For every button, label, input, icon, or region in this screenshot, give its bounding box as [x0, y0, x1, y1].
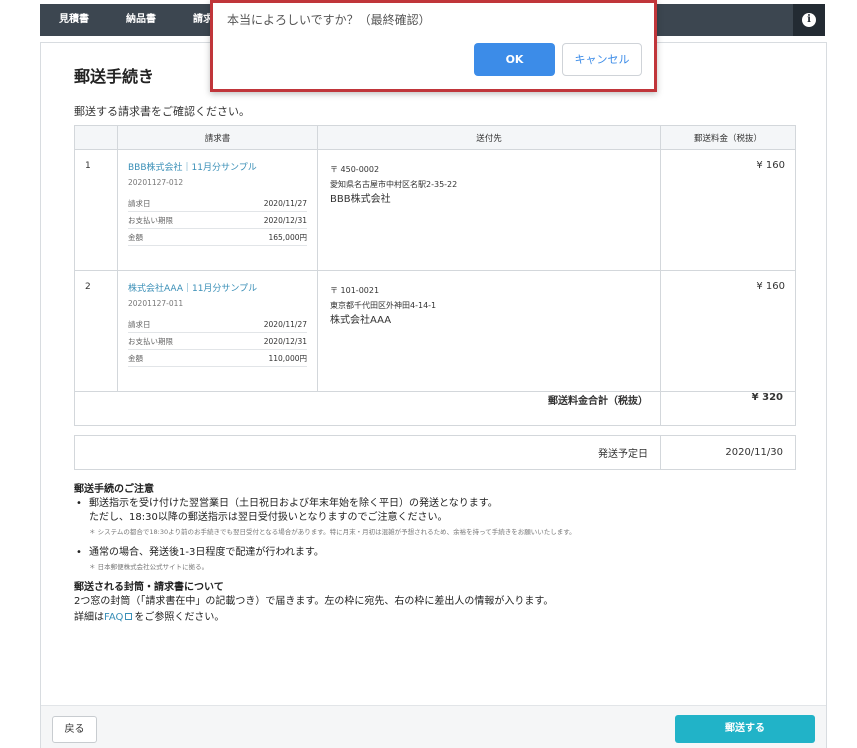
- detail-row: 金額 110,000円: [128, 350, 307, 367]
- detail-prefix: 詳細は: [74, 612, 104, 623]
- detail-label: 請求日: [128, 320, 151, 329]
- detail-value: 2020/12/31: [263, 216, 307, 225]
- shipping-date-value: 2020/11/30: [660, 435, 796, 470]
- detail-row: 請求日 2020/11/27: [128, 195, 307, 212]
- external-link-icon[interactable]: [125, 613, 133, 620]
- note-small-text: ＊ 日本郵便株式会社公式サイトに拠る。: [89, 563, 209, 571]
- invoice-cell: BBB株式会社｜11月分サンプル 20201127-012 請求日 2020/11…: [117, 149, 318, 271]
- invoice-cell: 株式会社AAA｜11月分サンプル 20201127-011 請求日 2020/11…: [117, 270, 318, 392]
- detail-row: お支払い期限 2020/12/31: [128, 333, 307, 350]
- detail-value: 2020/11/27: [263, 320, 307, 329]
- postal-code: 〒 450-0002: [330, 165, 380, 174]
- fee-value: ¥ 160: [660, 270, 796, 392]
- detail-value: 110,000円: [268, 354, 307, 363]
- cancel-button[interactable]: キャンセル: [562, 43, 642, 76]
- ok-button[interactable]: OK: [474, 43, 555, 76]
- dialog-message: 本当によろしいですか？（最終確認）: [227, 13, 431, 27]
- nav-item-delivery[interactable]: 納品書: [126, 4, 156, 36]
- address: 愛知県名古屋市中村区名駅2-35-22: [330, 180, 458, 189]
- detail-suffix: をご参照ください。: [134, 612, 225, 623]
- company-name: 株式会社AAA: [330, 315, 392, 326]
- detail-value: 165,000円: [268, 233, 307, 242]
- shipping-table: 発送予定日 2020/11/30: [74, 435, 796, 470]
- recipient-cell: 〒 450-0002 愛知県名古屋市中村区名駅2-35-22 BBB株式会社: [317, 149, 661, 271]
- send-mail-button[interactable]: 郵送する: [675, 715, 815, 743]
- note-small-text: ＊ システムの都合で18:30より前のお手続きでも翌日受付となる場合があります。…: [89, 528, 576, 536]
- recipient-cell: 〒 101-0021 東京都千代田区外神田4-14-1 株式会社AAA: [317, 270, 661, 392]
- header-recipient: 送付先: [317, 125, 661, 150]
- table-row: 2 株式会社AAA｜11月分サンプル 20201127-011 請求日 2020/…: [74, 270, 796, 392]
- detail-value: 2020/11/27: [263, 199, 307, 208]
- invoice-link[interactable]: BBB株式会社｜11月分サンプル: [128, 163, 257, 173]
- note-text: 通常の場合、発送後1-3日程度で配達が行われます。: [89, 547, 324, 558]
- row-number: 1: [74, 149, 118, 271]
- page-title: 郵送手続き: [74, 67, 155, 86]
- nav-item-estimate[interactable]: 見積書: [59, 4, 89, 36]
- note-item: 通常の場合、発送後1-3日程度で配達が行われます。 ＊ 日本郵便株式会社公式サイ…: [74, 546, 794, 573]
- mailing-table: 請求書 送付先 郵送料金（税抜） 1 BBB株式会社｜11月分サンプル 2020…: [74, 125, 796, 426]
- detail-label: 金額: [128, 354, 143, 363]
- detail-row: 金額 165,000円: [128, 229, 307, 246]
- notes-section: 郵送手続のご注意 郵送指示を受け付けた翌営業日（土日祝日および年末年始を除く平日…: [74, 483, 794, 625]
- header-fee: 郵送料金（税抜）: [660, 125, 796, 150]
- table-row: 1 BBB株式会社｜11月分サンプル 20201127-012 請求日 2020/…: [74, 149, 796, 271]
- total-label: 郵送料金合計（税抜）: [74, 391, 661, 426]
- row-number: 2: [74, 270, 118, 392]
- faq-link[interactable]: FAQ: [104, 612, 123, 623]
- invoice-link[interactable]: 株式会社AAA｜11月分サンプル: [128, 284, 257, 294]
- notes-heading: 郵送手続のご注意: [74, 484, 154, 495]
- detail-row: お支払い期限 2020/12/31: [128, 212, 307, 229]
- detail-label: 金額: [128, 233, 143, 242]
- total-row: 郵送料金合計（税抜） ¥ 320: [74, 391, 796, 426]
- envelope-heading: 郵送される封筒・請求書について: [74, 582, 224, 593]
- confirm-dialog: 本当によろしいですか？（最終確認） OK キャンセル: [210, 0, 657, 92]
- detail-text: 詳細はFAQ をご参照ください。: [74, 611, 794, 625]
- invoice-id: 20201127-011: [128, 299, 184, 308]
- intro-text: 郵送する請求書をご確認ください。: [74, 105, 250, 118]
- detail-label: お支払い期限: [128, 337, 173, 346]
- note-text: ただし、18:30以降の郵送指示は翌日受付扱いとなりますのでご注意ください。: [89, 512, 448, 523]
- header-num: [74, 125, 118, 150]
- detail-row: 請求日 2020/11/27: [128, 316, 307, 333]
- shipping-date-label: 発送予定日: [74, 435, 661, 470]
- address: 東京都千代田区外神田4-14-1: [330, 301, 437, 310]
- info-button[interactable]: i: [793, 4, 825, 36]
- envelope-text: 2つ窓の封筒（「請求書在中」の記載つき）で届きます。左の枠に宛先、右の枠に差出人…: [74, 596, 554, 607]
- company-name: BBB株式会社: [330, 194, 391, 205]
- invoice-id: 20201127-012: [128, 178, 184, 187]
- postal-code: 〒 101-0021: [330, 286, 380, 295]
- info-icon: i: [802, 13, 816, 27]
- note-text: 郵送指示を受け付けた翌営業日（土日祝日および年末年始を除く平日）の発送となります…: [89, 498, 498, 509]
- back-button[interactable]: 戻る: [52, 716, 97, 743]
- note-item: 郵送指示を受け付けた翌営業日（土日祝日および年末年始を除く平日）の発送となります…: [74, 497, 794, 538]
- footer-bar: 戻る 郵送する: [41, 705, 826, 748]
- header-invoice: 請求書: [117, 125, 318, 150]
- detail-label: 請求日: [128, 199, 151, 208]
- detail-value: 2020/12/31: [263, 337, 307, 346]
- table-header-row: 請求書 送付先 郵送料金（税抜）: [74, 125, 796, 150]
- main-panel: 郵送手続き 郵送する請求書をご確認ください。 請求書 送付先 郵送料金（税抜） …: [40, 42, 827, 748]
- detail-label: お支払い期限: [128, 216, 173, 225]
- fee-value: ¥ 160: [660, 149, 796, 271]
- total-value: ¥ 320: [660, 391, 796, 426]
